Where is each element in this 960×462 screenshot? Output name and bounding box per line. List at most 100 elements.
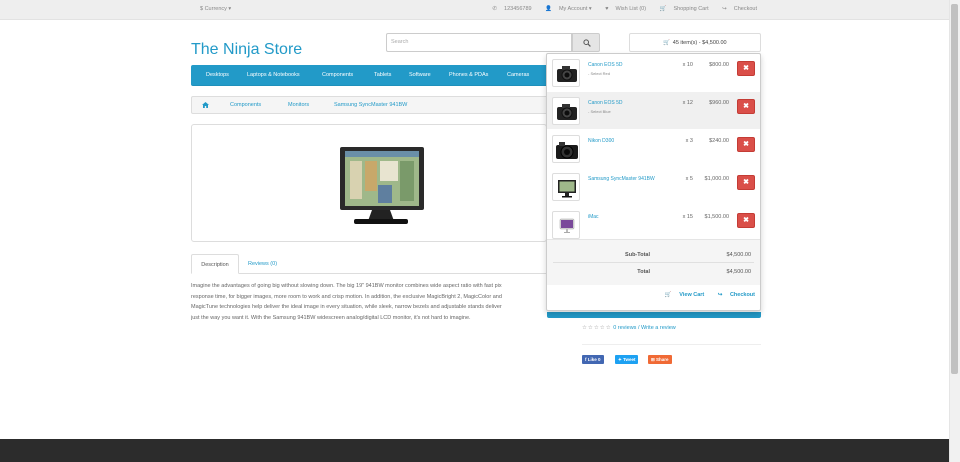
top-bar: $ Currency ▾ ✆ 123456789 👤 My Account ▾ ♥ W… <box>0 0 949 20</box>
tweet-label: Tweet <box>623 357 636 362</box>
currency-dropdown[interactable]: $ Currency ▾ <box>200 6 231 12</box>
cart-item: Canon EOS 5D - Select Blue x 12 $960.00 … <box>547 92 760 129</box>
cart-item-thumb[interactable] <box>552 135 580 163</box>
share-icon: ↪ <box>717 292 723 298</box>
wishlist-label: Wish List (0) <box>615 6 647 12</box>
remove-item-button[interactable]: ✖ <box>737 137 755 152</box>
cart-item-option: - Select Red <box>588 71 611 76</box>
currency-label: $ Currency <box>200 6 227 12</box>
cart-item: iMac x 15 $1,500.00 ✖ <box>547 206 760 243</box>
remove-item-button[interactable]: ✖ <box>737 61 755 76</box>
close-icon: ✖ <box>743 179 749 186</box>
remove-item-button[interactable]: ✖ <box>737 175 755 190</box>
reviews-count-link[interactable]: 0 reviews <box>613 325 636 331</box>
cart-item: Samsung SyncMaster 941BW x 5 $1,000.00 ✖ <box>547 168 760 205</box>
menu-item-laptops[interactable]: Laptops & Notebooks <box>247 72 300 78</box>
cart-button[interactable]: 🛒 45 item(s) - $4,500.00 <box>629 33 761 52</box>
total-label: Total <box>637 269 650 275</box>
phone-link[interactable]: ✆ 123456789 <box>486 6 531 12</box>
like-label: Like 0 <box>587 357 601 362</box>
cart-item-qty: x 5 <box>685 176 693 182</box>
cart-item-name[interactable]: iMac <box>588 214 599 220</box>
reviews-line: ☆☆☆☆☆ 0 reviews / Write a review <box>582 325 676 331</box>
menu-item-tablets[interactable]: Tablets <box>374 72 391 78</box>
cart-item-thumb[interactable] <box>552 173 580 201</box>
breadcrumb-monitors[interactable]: Monitors <box>288 102 309 108</box>
tab-reviews[interactable]: Reviews (0) <box>248 254 277 274</box>
tweet-button[interactable]: ✦ Tweet <box>615 355 639 364</box>
breadcrumb-product[interactable]: Samsung SyncMaster 941BW <box>334 102 407 108</box>
search-input[interactable]: Search <box>386 33 572 52</box>
dropdown-checkout-link[interactable]: ↪ Checkout <box>712 292 755 298</box>
cart-item-thumb[interactable] <box>552 97 580 125</box>
monitor-icon <box>558 180 576 198</box>
description-line: just the way you want it. With the Samsu… <box>191 314 471 321</box>
user-icon: 👤 <box>545 6 552 12</box>
cart-item-qty: x 12 <box>682 100 693 106</box>
product-tabs: Description Reviews (0) <box>191 254 547 274</box>
write-review-link[interactable]: Write a review <box>641 325 676 331</box>
camera-icon <box>556 142 578 159</box>
cart-item-name[interactable]: Canon EOS 5D <box>588 100 622 106</box>
cart-item-qty: x 15 <box>682 214 693 220</box>
cart-dropdown: Canon EOS 5D - Select Red x 10 $800.00 ✖… <box>546 53 761 311</box>
cart-item-qty: x 10 <box>682 62 693 68</box>
remove-item-button[interactable]: ✖ <box>737 213 755 228</box>
menu-item-cameras[interactable]: Cameras <box>507 72 529 78</box>
description-line: MagicTune technologies help deliver the … <box>191 304 502 310</box>
share-label: Share <box>656 357 669 362</box>
cart-totals: Sub-Total $4,500.00 Total $4,500.00 <box>547 239 760 285</box>
plus-icon: ⊞ <box>651 357 655 362</box>
search-button[interactable] <box>572 33 600 52</box>
view-cart-link[interactable]: 🛒 View Cart <box>659 292 704 298</box>
cart-item: Nikon D300 x 3 $240.00 ✖ <box>547 130 760 167</box>
cart-dropdown-links: 🛒 View Cart ↪ Checkout <box>653 292 755 298</box>
facebook-icon: f <box>585 357 587 362</box>
cart-item-price: $1,000.00 <box>704 176 729 182</box>
remove-item-button[interactable]: ✖ <box>737 99 755 114</box>
cart-icon: 🛒 <box>663 40 671 46</box>
description-line: Imagine the advantages of going big with… <box>191 283 502 289</box>
breadcrumb-components[interactable]: Components <box>230 102 261 108</box>
rating-stars-icon: ☆☆☆☆☆ <box>582 325 612 331</box>
product-image[interactable] <box>191 124 547 242</box>
footer <box>0 439 949 462</box>
close-icon: ✖ <box>743 141 749 148</box>
subtotal-value: $4,500.00 <box>726 252 751 258</box>
cart-item-name[interactable]: Samsung SyncMaster 941BW <box>588 176 655 182</box>
shopping-cart-label: Shopping Cart <box>673 6 709 12</box>
view-cart-label: View Cart <box>679 292 705 298</box>
menu-item-software[interactable]: Software <box>409 72 431 78</box>
home-icon[interactable] <box>202 102 209 110</box>
add-to-cart-button[interactable] <box>547 312 761 318</box>
search-icon <box>583 39 591 47</box>
cart-item-qty: x 3 <box>685 138 693 144</box>
close-icon: ✖ <box>743 103 749 110</box>
top-links: ✆ 123456789 👤 My Account ▾ ♥ Wish List (0) … <box>480 6 757 12</box>
menu-item-phones[interactable]: Phones & PDAs <box>449 72 488 78</box>
checkout-link[interactable]: ↪ Checkout <box>716 6 757 12</box>
menu-item-components[interactable]: Components <box>322 72 353 78</box>
cart-item-price: $240.00 <box>709 138 729 144</box>
cart-icon: 🛒 <box>664 292 672 298</box>
share-button[interactable]: ⊞ Share <box>648 355 672 364</box>
cart-item-thumb[interactable] <box>552 211 580 239</box>
facebook-like-button[interactable]: f Like 0 <box>582 355 604 364</box>
shopping-cart-link[interactable]: 🛒 Shopping Cart <box>654 6 709 12</box>
my-account-link[interactable]: 👤 My Account ▾ <box>539 6 592 12</box>
cart-item-thumb[interactable] <box>552 59 580 87</box>
cart-item: Canon EOS 5D - Select Red x 10 $800.00 ✖ <box>547 54 760 91</box>
description-line: response time, for bigger images, more r… <box>191 293 502 300</box>
store-logo[interactable]: The Ninja Store <box>191 41 302 59</box>
camera-icon <box>557 66 577 82</box>
cart-item-name[interactable]: Nikon D300 <box>588 138 614 144</box>
menu-item-desktops[interactable]: Desktops <box>206 72 229 78</box>
scrollbar-thumb[interactable] <box>951 4 958 374</box>
search-placeholder: Search <box>391 39 409 45</box>
close-icon: ✖ <box>743 217 749 224</box>
wishlist-link[interactable]: ♥ Wish List (0) <box>599 6 646 12</box>
cart-item-name[interactable]: Canon EOS 5D <box>588 62 622 68</box>
dropdown-checkout-label: Checkout <box>729 292 755 298</box>
phone-label: 123456789 <box>504 6 532 12</box>
tab-description[interactable]: Description <box>191 254 239 274</box>
